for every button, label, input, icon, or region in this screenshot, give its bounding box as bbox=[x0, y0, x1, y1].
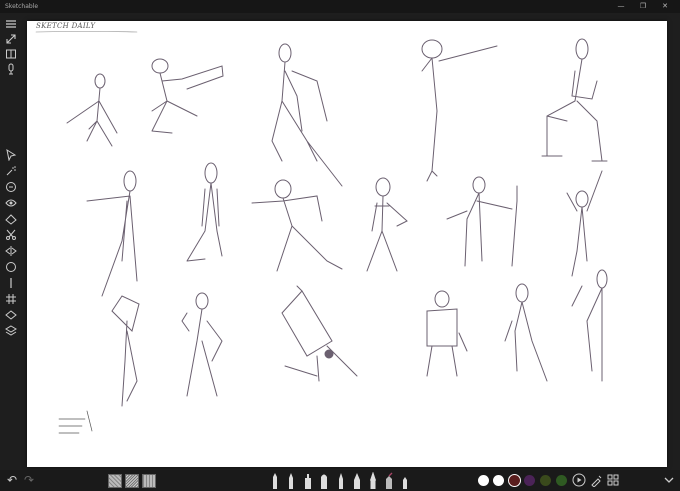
symmetry-icon[interactable] bbox=[3, 244, 19, 258]
figure-sketch bbox=[541, 38, 608, 162]
eyedropper-icon[interactable] bbox=[590, 473, 604, 487]
play-icon[interactable] bbox=[572, 473, 586, 487]
figure-sketch bbox=[271, 43, 343, 187]
layers-icon[interactable] bbox=[3, 324, 19, 338]
spray-icon[interactable] bbox=[3, 164, 19, 178]
microphone-icon[interactable] bbox=[3, 62, 19, 76]
texture-dots[interactable] bbox=[108, 474, 122, 488]
color-swatch-green[interactable] bbox=[556, 475, 567, 486]
grid-view-icon[interactable] bbox=[606, 473, 620, 487]
line-icon[interactable] bbox=[3, 276, 19, 290]
pencil-brush[interactable] bbox=[271, 472, 279, 489]
fountain-pen-brush[interactable] bbox=[369, 472, 377, 489]
texture-grid[interactable] bbox=[142, 474, 156, 488]
eye-icon[interactable] bbox=[3, 196, 19, 210]
figure-sketch bbox=[251, 179, 343, 272]
pen-brush[interactable] bbox=[287, 472, 295, 489]
eraser-brush[interactable] bbox=[385, 472, 393, 489]
artist-signature bbox=[58, 410, 93, 434]
select-icon[interactable] bbox=[3, 148, 19, 162]
app-title: Sketchable bbox=[5, 3, 39, 10]
title-bar: Sketchable — ❐ ✕ bbox=[0, 0, 680, 13]
figure-sketch bbox=[151, 58, 224, 134]
expand-icon[interactable] bbox=[3, 32, 19, 46]
menu-icon[interactable] bbox=[3, 17, 19, 31]
layer-diamond-icon[interactable] bbox=[3, 308, 19, 322]
figure-sketch bbox=[111, 295, 140, 407]
circle-icon[interactable] bbox=[3, 260, 19, 274]
ink-brush[interactable] bbox=[337, 472, 345, 489]
color-swatch-olive[interactable] bbox=[540, 475, 551, 486]
maximize-button[interactable]: ❐ bbox=[632, 0, 654, 13]
figure-sketch bbox=[86, 170, 138, 297]
marker-brush[interactable] bbox=[304, 472, 312, 489]
color-swatch-purple[interactable] bbox=[524, 475, 535, 486]
figure-sketch bbox=[181, 292, 223, 397]
paint-brush[interactable] bbox=[320, 472, 328, 489]
minimize-button[interactable]: — bbox=[610, 0, 632, 13]
airbrush[interactable] bbox=[353, 472, 361, 489]
figure-sketch bbox=[366, 177, 408, 272]
figure-sketch bbox=[426, 290, 468, 377]
figure-sketch bbox=[281, 285, 358, 382]
ruler-icon[interactable] bbox=[3, 212, 19, 226]
book-icon[interactable] bbox=[3, 47, 19, 61]
gesture-sketches bbox=[35, 31, 608, 434]
color-swatch-white[interactable] bbox=[478, 475, 489, 486]
color-swatch-white-2[interactable] bbox=[493, 475, 504, 486]
scissors-icon[interactable] bbox=[3, 228, 19, 242]
figure-sketch bbox=[566, 170, 603, 277]
drawing-canvas[interactable]: SKETCH DAILY bbox=[27, 21, 667, 467]
undo-button[interactable]: ↶ bbox=[5, 472, 19, 488]
figure-sketch bbox=[66, 73, 118, 147]
rotate-icon[interactable] bbox=[3, 180, 19, 194]
chevron-down-icon[interactable] bbox=[662, 473, 676, 487]
left-toolbar bbox=[0, 13, 22, 470]
figure-sketch bbox=[186, 162, 223, 262]
figure-sketch bbox=[571, 269, 608, 382]
figure-sketch bbox=[446, 176, 518, 267]
smudge-brush[interactable] bbox=[401, 472, 409, 489]
texture-scribble[interactable] bbox=[125, 474, 139, 488]
bottom-toolbar: ↶ ↷ bbox=[0, 470, 680, 491]
figure-sketch bbox=[504, 283, 548, 382]
figure-sketch bbox=[421, 39, 498, 182]
grid-icon[interactable] bbox=[3, 292, 19, 306]
color-swatch-selected[interactable] bbox=[508, 474, 521, 487]
close-button[interactable]: ✕ bbox=[654, 0, 676, 13]
redo-button[interactable]: ↷ bbox=[22, 472, 36, 488]
